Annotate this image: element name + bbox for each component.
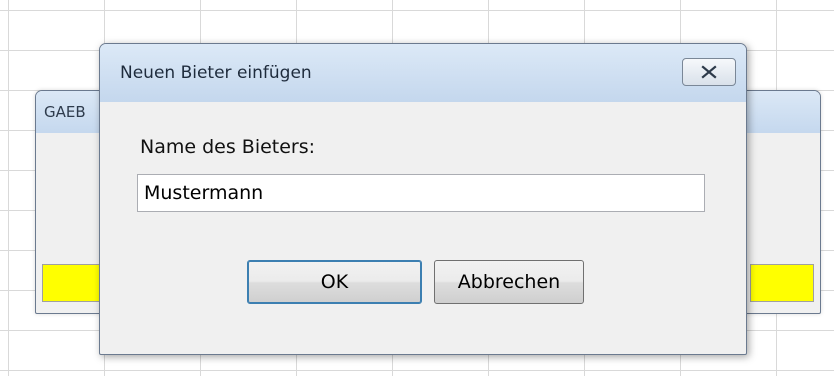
close-button[interactable]: [682, 58, 736, 86]
dialog-titlebar[interactable]: Neuen Bieter einfügen: [100, 44, 746, 102]
cancel-button[interactable]: Abbrechen: [434, 260, 584, 304]
close-icon: [701, 65, 717, 79]
dialog-title: Neuen Bieter einfügen: [120, 63, 312, 83]
new-bidder-dialog: Neuen Bieter einfügen Name des Bieters: …: [99, 43, 747, 355]
yellow-field-right: [750, 264, 814, 302]
ok-button[interactable]: OK: [247, 260, 422, 304]
background-window-title: GAEB: [44, 103, 86, 121]
bidder-name-label: Name des Bieters:: [140, 136, 316, 158]
bidder-name-input[interactable]: [137, 174, 705, 212]
